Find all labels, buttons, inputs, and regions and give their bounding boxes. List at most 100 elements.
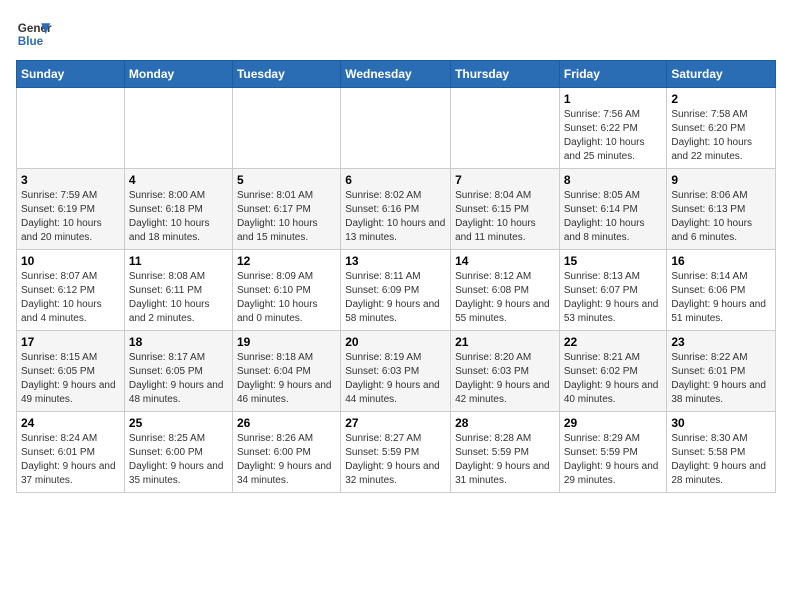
day-number: 29 [564, 416, 663, 430]
calendar-cell [17, 88, 125, 169]
day-number: 28 [455, 416, 555, 430]
day-number: 30 [671, 416, 771, 430]
day-number: 12 [237, 254, 336, 268]
day-number: 11 [129, 254, 228, 268]
day-info: Sunrise: 8:12 AM Sunset: 6:08 PM Dayligh… [455, 270, 555, 326]
calendar-cell: 23 Sunrise: 8:22 AM Sunset: 6:01 PM Dayli… [667, 331, 776, 412]
calendar-cell [232, 88, 340, 169]
calendar-cell: 9 Sunrise: 8:06 AM Sunset: 6:13 PM Daylig… [667, 169, 776, 250]
calendar-cell: 14 Sunrise: 8:12 AM Sunset: 6:08 PM Dayli… [451, 250, 560, 331]
day-info: Sunrise: 8:06 AM Sunset: 6:13 PM Dayligh… [671, 189, 771, 245]
logo: General Blue [16, 16, 52, 52]
calendar-cell: 5 Sunrise: 8:01 AM Sunset: 6:17 PM Daylig… [232, 169, 340, 250]
calendar-cell: 20 Sunrise: 8:19 AM Sunset: 6:03 PM Dayli… [341, 331, 451, 412]
calendar-cell: 10Sunrise: 8:07 AM Sunset: 6:12 PM Dayli… [17, 250, 125, 331]
day-info: Sunrise: 8:30 AM Sunset: 5:58 PM Dayligh… [671, 432, 771, 488]
day-info: Sunrise: 8:02 AM Sunset: 6:16 PM Dayligh… [345, 189, 446, 245]
day-info: Sunrise: 8:22 AM Sunset: 6:01 PM Dayligh… [671, 351, 771, 407]
day-number: 15 [564, 254, 663, 268]
calendar-cell [124, 88, 232, 169]
day-info: Sunrise: 7:58 AM Sunset: 6:20 PM Dayligh… [671, 108, 771, 164]
day-number: 27 [345, 416, 446, 430]
calendar-cell: 19Sunrise: 8:18 AM Sunset: 6:04 PM Dayli… [232, 331, 340, 412]
calendar-cell [341, 88, 451, 169]
calendar-cell: 22 Sunrise: 8:21 AM Sunset: 6:02 PM Dayli… [559, 331, 667, 412]
day-info: Sunrise: 8:24 AM Sunset: 6:01 PM Dayligh… [21, 432, 120, 488]
calendar-week-row: 10Sunrise: 8:07 AM Sunset: 6:12 PM Dayli… [17, 250, 776, 331]
day-info: Sunrise: 8:25 AM Sunset: 6:00 PM Dayligh… [129, 432, 228, 488]
column-header-monday: Monday [124, 61, 232, 88]
day-number: 20 [345, 335, 446, 349]
calendar-cell: 3 Sunrise: 7:59 AM Sunset: 6:19 PM Daylig… [17, 169, 125, 250]
day-number: 26 [237, 416, 336, 430]
calendar-cell: 11 Sunrise: 8:08 AM Sunset: 6:11 PM Dayli… [124, 250, 232, 331]
calendar-cell: 29 Sunrise: 8:29 AM Sunset: 5:59 PM Dayli… [559, 412, 667, 493]
day-number: 9 [671, 173, 771, 187]
day-number: 4 [129, 173, 228, 187]
page-header: General Blue [16, 16, 776, 52]
day-info: Sunrise: 7:59 AM Sunset: 6:19 PM Dayligh… [21, 189, 120, 245]
calendar-cell: 8 Sunrise: 8:05 AM Sunset: 6:14 PM Daylig… [559, 169, 667, 250]
calendar-week-row: 24 Sunrise: 8:24 AM Sunset: 6:01 PM Dayli… [17, 412, 776, 493]
day-info: Sunrise: 8:00 AM Sunset: 6:18 PM Dayligh… [129, 189, 228, 245]
day-info: Sunrise: 8:13 AM Sunset: 6:07 PM Dayligh… [564, 270, 663, 326]
calendar-cell: 6 Sunrise: 8:02 AM Sunset: 6:16 PM Daylig… [341, 169, 451, 250]
calendar-cell: 27Sunrise: 8:27 AM Sunset: 5:59 PM Dayli… [341, 412, 451, 493]
logo-icon: General Blue [16, 16, 52, 52]
calendar-cell: 12 Sunrise: 8:09 AM Sunset: 6:10 PM Dayli… [232, 250, 340, 331]
column-header-friday: Friday [559, 61, 667, 88]
day-info: Sunrise: 8:28 AM Sunset: 5:59 PM Dayligh… [455, 432, 555, 488]
day-number: 1 [564, 92, 663, 106]
calendar-cell: 25 Sunrise: 8:25 AM Sunset: 6:00 PM Dayli… [124, 412, 232, 493]
day-number: 21 [455, 335, 555, 349]
calendar-week-row: 17Sunrise: 8:15 AM Sunset: 6:05 PM Dayli… [17, 331, 776, 412]
day-info: Sunrise: 8:08 AM Sunset: 6:11 PM Dayligh… [129, 270, 228, 326]
svg-text:Blue: Blue [18, 35, 44, 48]
day-info: Sunrise: 8:14 AM Sunset: 6:06 PM Dayligh… [671, 270, 771, 326]
calendar-cell: 4 Sunrise: 8:00 AM Sunset: 6:18 PM Daylig… [124, 169, 232, 250]
column-header-tuesday: Tuesday [232, 61, 340, 88]
calendar-week-row: 3 Sunrise: 7:59 AM Sunset: 6:19 PM Daylig… [17, 169, 776, 250]
day-info: Sunrise: 8:21 AM Sunset: 6:02 PM Dayligh… [564, 351, 663, 407]
day-number: 3 [21, 173, 120, 187]
day-number: 18 [129, 335, 228, 349]
calendar-cell: 13Sunrise: 8:11 AM Sunset: 6:09 PM Dayli… [341, 250, 451, 331]
column-header-saturday: Saturday [667, 61, 776, 88]
day-number: 22 [564, 335, 663, 349]
calendar-table: SundayMondayTuesdayWednesdayThursdayFrid… [16, 60, 776, 493]
day-number: 17 [21, 335, 120, 349]
day-number: 24 [21, 416, 120, 430]
calendar-cell: 26Sunrise: 8:26 AM Sunset: 6:00 PM Dayli… [232, 412, 340, 493]
day-number: 8 [564, 173, 663, 187]
calendar-cell [451, 88, 560, 169]
calendar-cell: 24 Sunrise: 8:24 AM Sunset: 6:01 PM Dayli… [17, 412, 125, 493]
calendar-cell: 1 Sunrise: 7:56 AM Sunset: 6:22 PM Daylig… [559, 88, 667, 169]
calendar-cell: 21Sunrise: 8:20 AM Sunset: 6:03 PM Dayli… [451, 331, 560, 412]
calendar-cell: 7 Sunrise: 8:04 AM Sunset: 6:15 PM Daylig… [451, 169, 560, 250]
day-number: 25 [129, 416, 228, 430]
day-info: Sunrise: 8:07 AM Sunset: 6:12 PM Dayligh… [21, 270, 120, 326]
day-number: 6 [345, 173, 446, 187]
day-info: Sunrise: 8:05 AM Sunset: 6:14 PM Dayligh… [564, 189, 663, 245]
column-header-wednesday: Wednesday [341, 61, 451, 88]
day-number: 23 [671, 335, 771, 349]
day-number: 7 [455, 173, 555, 187]
day-info: Sunrise: 8:19 AM Sunset: 6:03 PM Dayligh… [345, 351, 446, 407]
column-header-thursday: Thursday [451, 61, 560, 88]
day-number: 14 [455, 254, 555, 268]
day-info: Sunrise: 7:56 AM Sunset: 6:22 PM Dayligh… [564, 108, 663, 164]
day-info: Sunrise: 8:29 AM Sunset: 5:59 PM Dayligh… [564, 432, 663, 488]
day-info: Sunrise: 8:09 AM Sunset: 6:10 PM Dayligh… [237, 270, 336, 326]
day-number: 2 [671, 92, 771, 106]
day-info: Sunrise: 8:01 AM Sunset: 6:17 PM Dayligh… [237, 189, 336, 245]
day-info: Sunrise: 8:04 AM Sunset: 6:15 PM Dayligh… [455, 189, 555, 245]
day-info: Sunrise: 8:11 AM Sunset: 6:09 PM Dayligh… [345, 270, 446, 326]
column-header-sunday: Sunday [17, 61, 125, 88]
calendar-cell: 2 Sunrise: 7:58 AM Sunset: 6:20 PM Daylig… [667, 88, 776, 169]
day-info: Sunrise: 8:17 AM Sunset: 6:05 PM Dayligh… [129, 351, 228, 407]
day-number: 5 [237, 173, 336, 187]
calendar-cell: 17Sunrise: 8:15 AM Sunset: 6:05 PM Dayli… [17, 331, 125, 412]
calendar-week-row: 1 Sunrise: 7:56 AM Sunset: 6:22 PM Daylig… [17, 88, 776, 169]
day-info: Sunrise: 8:18 AM Sunset: 6:04 PM Dayligh… [237, 351, 336, 407]
day-number: 16 [671, 254, 771, 268]
